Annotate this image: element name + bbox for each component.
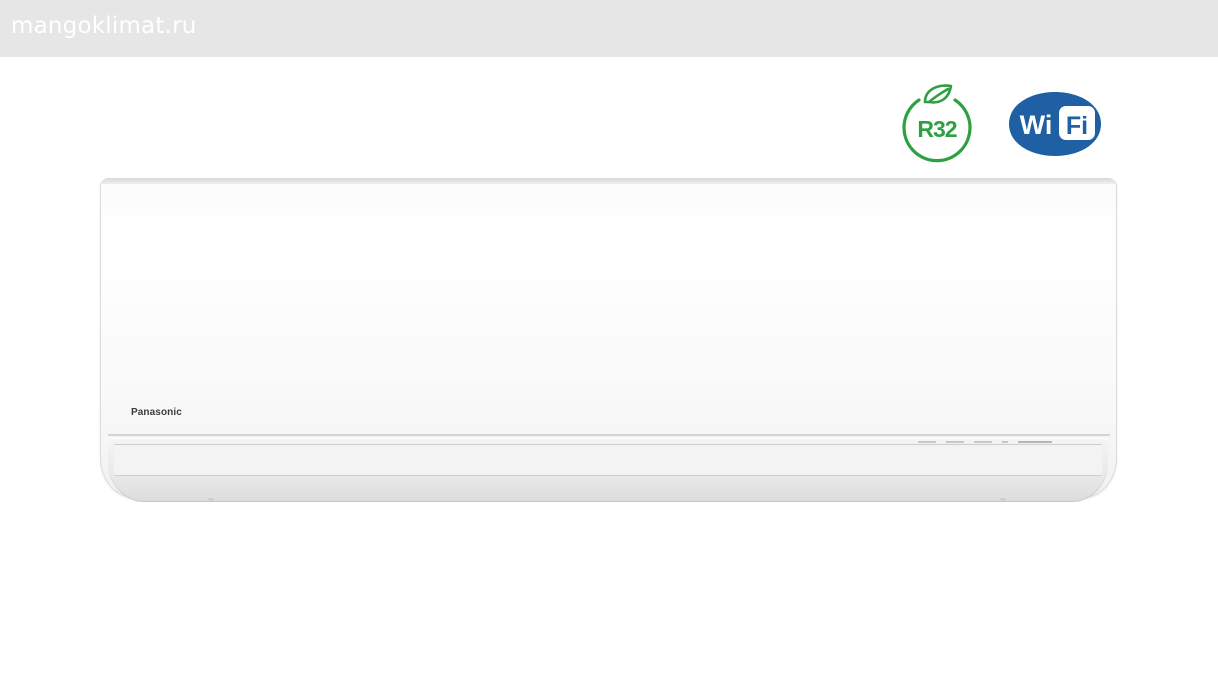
indicator-mode <box>974 441 992 443</box>
r32-refrigerant-badge: R32 <box>902 84 972 163</box>
wifi-label-wi: Wi <box>1020 110 1053 140</box>
wifi-label-fi: Fi <box>1066 112 1088 140</box>
ac-foot-left <box>208 498 214 501</box>
ac-louver-blade <box>114 444 1102 476</box>
indicator-timer <box>946 441 964 443</box>
watermark-bar: mangoklimat.ru <box>0 0 1218 57</box>
air-conditioner-unit: Panasonic <box>98 176 1120 506</box>
ac-panel-seam <box>108 434 1110 436</box>
ac-top-edge <box>102 178 1115 184</box>
leaf-icon <box>923 84 953 104</box>
product-image-page: mangoklimat.ru R32 Wi Fi Panasonic <box>0 0 1218 682</box>
r32-label: R32 <box>917 116 956 142</box>
indicator-wifi <box>1002 441 1008 443</box>
indicator-feature <box>1018 441 1052 443</box>
ac-foot-right <box>1000 498 1006 501</box>
ac-indicator-lights <box>918 438 1052 446</box>
indicator-power <box>918 441 936 443</box>
site-watermark: mangoklimat.ru <box>11 13 197 39</box>
ac-brand-logo: Panasonic <box>131 407 182 418</box>
wifi-badge: Wi Fi <box>1009 92 1101 156</box>
